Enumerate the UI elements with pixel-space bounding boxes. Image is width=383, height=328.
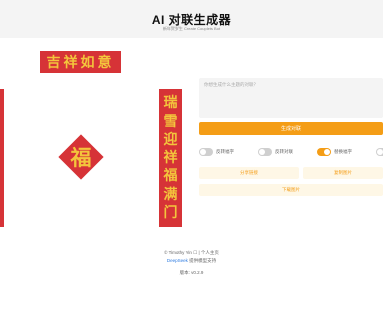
toggle-switch[interactable] [199,147,213,156]
horizontal-scroll: 吉祥如意 [40,51,121,73]
toggle-replace-fu[interactable]: 替换福字 [317,147,352,156]
right-couplet: 瑞 雪 迎 祥 福 满 门 [159,89,182,227]
toggle-switch[interactable] [376,147,383,156]
version-text: 版本: v0.2.9 [179,270,204,275]
toggle-extra[interactable] [376,147,383,156]
toggle-label: 替换福字 [334,148,352,154]
external-link-icon[interactable]: ☐ [193,250,197,255]
app-header: AI 对联生成器 新年贺岁生 Create Couplets Bot [0,0,383,38]
download-image-button[interactable]: 下载图片 [199,184,383,196]
personal-homepage-link[interactable]: 个人主页 [201,250,219,255]
toggle-switch[interactable] [258,147,272,156]
toggle-flip-fu[interactable]: 反转福字 [199,147,234,156]
couplet-char: 满 [163,186,178,203]
share-link-button[interactable]: 分享链接 [199,167,299,179]
toggle-switch[interactable] [317,147,331,156]
powered-text: 提供模型支持 [189,258,217,263]
left-couplet-strip [0,89,4,227]
couplet-char: 雪 [163,113,178,130]
couplet-char: 福 [163,168,178,185]
fu-character: 福 [70,145,92,170]
generate-button[interactable]: 生成对联 [199,122,383,135]
couplet-char: 迎 [163,131,178,148]
couplet-char: 门 [163,204,178,221]
toggle-label: 反转对联 [275,148,293,154]
toggle-label: 反转福字 [216,148,234,154]
copy-image-button[interactable]: 复制图片 [303,167,383,179]
footer-powered: DeepSeek 提供模型支持 [0,258,383,264]
app-subtitle: 新年贺岁生 Create Couplets Bot [162,26,221,31]
copyright-text: © Timothy Yin [164,250,192,255]
toggle-flip-couplet[interactable]: 反转对联 [258,147,293,156]
couplet-char: 祥 [163,150,178,166]
separator: | [198,250,200,255]
couplet-char: 瑞 [163,95,178,112]
horizontal-scroll-text: 吉祥如意 [46,55,115,71]
footer-credits: © Timothy Yin ☐ | 个人主页 [0,250,383,256]
theme-input[interactable]: 你想生成什么主题的对联？ [199,78,383,118]
deepseek-link[interactable]: DeepSeek [167,258,188,263]
